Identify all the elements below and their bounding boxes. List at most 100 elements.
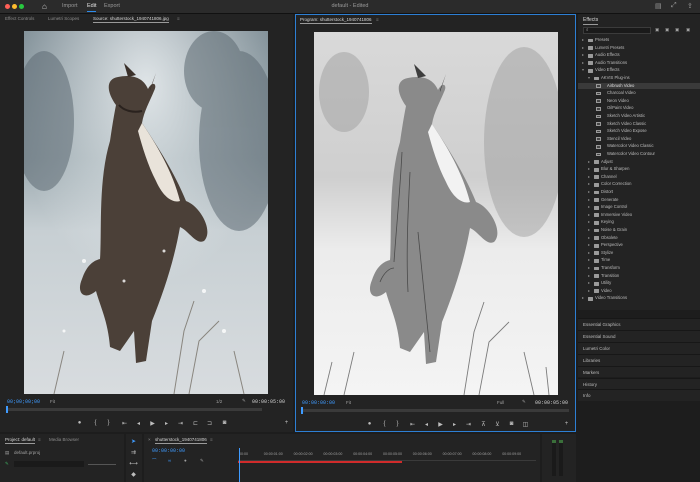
effects-tree-item[interactable]: Neon Video bbox=[578, 98, 700, 105]
add-marker-timeline-icon[interactable]: ● bbox=[184, 458, 187, 463]
program-add-marker-icon[interactable]: ● bbox=[365, 421, 374, 427]
chevron-down-icon[interactable]: ▾ bbox=[588, 75, 590, 82]
chevron-right-icon[interactable]: ▸ bbox=[588, 280, 590, 287]
source-playhead[interactable] bbox=[6, 406, 8, 413]
timeline-timecode[interactable]: 00:00:00:00 bbox=[152, 448, 185, 454]
step-forward-icon[interactable]: ▸ bbox=[162, 420, 171, 427]
effects-tree-item[interactable]: Watercolor Video Classic bbox=[578, 143, 700, 150]
program-play-icon[interactable]: ▶ bbox=[436, 421, 445, 428]
effects-tree-item[interactable]: ▸ Noise & Grain bbox=[578, 227, 700, 234]
tab-source[interactable]: Source: shutterstock_1940741806.jpg bbox=[93, 16, 169, 23]
effects-tree-item[interactable]: ▸ Stylize bbox=[578, 250, 700, 257]
play-icon[interactable]: ▶ bbox=[148, 420, 157, 427]
chevron-right-icon[interactable]: ▸ bbox=[588, 288, 590, 295]
program-button-editor-icon[interactable]: + bbox=[562, 421, 571, 427]
effects-tree-item[interactable]: ▸ Perspective bbox=[578, 242, 700, 249]
program-playhead[interactable] bbox=[301, 407, 303, 414]
program-mark-in-icon[interactable]: { bbox=[380, 421, 389, 427]
timeline-playhead[interactable] bbox=[239, 448, 240, 482]
source-scrub-bar[interactable] bbox=[6, 408, 262, 411]
tab-effect-controls[interactable]: Effect Controls bbox=[5, 16, 34, 21]
timeline-ruler[interactable]: 00:00 00:00:01:00 00:00:02:00 00:00:03:00 00… bbox=[238, 449, 536, 461]
zoom-slider[interactable] bbox=[88, 464, 116, 465]
tab-program[interactable]: Program: shutterstock_1940741806 bbox=[300, 17, 372, 24]
32bit-effects-icon[interactable]: ▣ bbox=[665, 27, 669, 33]
program-panel-menu-icon[interactable]: ≡ bbox=[376, 17, 379, 22]
snap-icon[interactable]: ⌒ bbox=[152, 458, 157, 464]
chevron-right-icon[interactable]: ▸ bbox=[588, 257, 590, 264]
effects-tree-item[interactable]: ▾ AKVIS Plug-ins bbox=[578, 75, 700, 82]
effects-tree-item[interactable]: ▸ Transition bbox=[578, 273, 700, 280]
expand-icon[interactable]: ⤢ bbox=[671, 2, 677, 10]
effects-tree-item[interactable]: ▸ Audio Transitions bbox=[578, 60, 700, 67]
timeline-close-icon[interactable]: × bbox=[148, 437, 151, 442]
section-header[interactable]: History bbox=[578, 377, 700, 390]
chevron-right-icon[interactable]: ▸ bbox=[588, 242, 590, 249]
effects-tree-item[interactable]: ▸ Time bbox=[578, 257, 700, 264]
chevron-right-icon[interactable]: ▸ bbox=[588, 235, 590, 242]
section-header[interactable]: Libraries bbox=[578, 353, 700, 366]
share-icon[interactable]: ⇪ bbox=[687, 2, 693, 10]
step-back-icon[interactable]: ◂ bbox=[134, 420, 143, 427]
program-wrench-icon[interactable]: ✎ bbox=[522, 399, 526, 405]
effects-tree-item[interactable]: Airbrush Video bbox=[578, 82, 700, 90]
effects-tree-item[interactable]: ▸ Adjust bbox=[578, 159, 700, 166]
project-panel-menu-icon[interactable]: ≡ bbox=[38, 437, 41, 442]
program-export-frame-icon[interactable]: ◙ bbox=[507, 421, 516, 427]
chevron-right-icon[interactable]: ▸ bbox=[588, 219, 590, 226]
effects-tree-item[interactable]: ▸ Blur & Sharpen bbox=[578, 166, 700, 173]
lift-icon[interactable]: ⊼ bbox=[479, 421, 488, 428]
effects-tree-item[interactable]: ▸ Immersive Video bbox=[578, 212, 700, 219]
export-frame-icon[interactable]: ◙ bbox=[220, 420, 229, 426]
effects-tree-item[interactable]: ▸ Video bbox=[578, 288, 700, 295]
chevron-right-icon[interactable]: ▸ bbox=[582, 60, 584, 67]
tab-lumetri-scopes[interactable]: Lumetri Scopes bbox=[48, 16, 79, 21]
effects-tree-item[interactable]: ▸ Generate bbox=[578, 197, 700, 204]
razor-tool-icon[interactable]: ◆ bbox=[129, 471, 138, 478]
chevron-right-icon[interactable]: ▸ bbox=[588, 166, 590, 173]
effects-tree-item[interactable]: Sketch Video Classic bbox=[578, 121, 700, 128]
effects-tree-item[interactable]: ▾ Video Effects bbox=[578, 67, 700, 74]
program-fit-select[interactable]: Fit bbox=[346, 400, 351, 405]
effects-tree-item[interactable]: ▸ Presets bbox=[578, 37, 700, 44]
source-fit-select[interactable]: Fit bbox=[50, 399, 55, 404]
chevron-right-icon[interactable]: ▸ bbox=[582, 45, 584, 52]
program-step-back-icon[interactable]: ◂ bbox=[422, 421, 431, 428]
linked-selection-icon[interactable]: ∞ bbox=[168, 458, 171, 463]
section-header[interactable]: Markers bbox=[578, 365, 700, 378]
mark-out-icon[interactable]: } bbox=[104, 420, 113, 426]
insert-icon[interactable]: ⊏ bbox=[191, 420, 200, 427]
tab-project[interactable]: Project: default bbox=[5, 437, 36, 444]
go-to-in-icon[interactable]: ⇤ bbox=[120, 420, 129, 427]
add-marker-icon[interactable]: ● bbox=[75, 420, 84, 426]
chevron-right-icon[interactable]: ▸ bbox=[588, 212, 590, 219]
effects-tree-item[interactable]: ▸ Image Control bbox=[578, 204, 700, 211]
section-header[interactable]: Essential Sound bbox=[578, 329, 700, 342]
effects-panel-title[interactable]: Effects bbox=[583, 17, 599, 25]
timeline-settings-icon[interactable]: ✎ bbox=[200, 458, 204, 464]
chevron-right-icon[interactable]: ▸ bbox=[582, 37, 584, 44]
extract-icon[interactable]: ⊻ bbox=[493, 421, 502, 428]
yuv-effects-icon[interactable]: ▣ bbox=[675, 27, 679, 33]
wrench-icon[interactable]: ✎ bbox=[242, 398, 246, 404]
workspace-icon[interactable]: ▤ bbox=[655, 2, 662, 10]
effects-tree-item[interactable]: ▸ Distort bbox=[578, 189, 700, 196]
chevron-right-icon[interactable]: ▸ bbox=[582, 52, 584, 59]
source-timecode[interactable]: 00;00;00;00 bbox=[7, 399, 40, 405]
project-file-name[interactable]: default.prproj bbox=[14, 450, 40, 455]
chevron-right-icon[interactable]: ▸ bbox=[588, 250, 590, 257]
program-step-forward-icon[interactable]: ▸ bbox=[450, 421, 459, 428]
chevron-down-icon[interactable]: ▾ bbox=[582, 67, 584, 74]
chevron-right-icon[interactable]: ▸ bbox=[588, 174, 590, 181]
chevron-right-icon[interactable]: ▸ bbox=[588, 227, 590, 234]
source-resolution-select[interactable]: 1/2 bbox=[216, 399, 222, 404]
tab-timeline[interactable]: shutterstock_1940741806 bbox=[155, 437, 207, 444]
overwrite-icon[interactable]: ⊐ bbox=[205, 420, 214, 427]
program-go-to-in-icon[interactable]: ⇤ bbox=[408, 421, 417, 428]
effects-tree-item[interactable]: Watercolor Video Contour bbox=[578, 151, 700, 158]
effects-tree-item[interactable]: ▸ Keying bbox=[578, 219, 700, 226]
section-header[interactable]: Info bbox=[578, 389, 700, 402]
search-icon-project[interactable]: ✎ bbox=[5, 461, 9, 467]
chevron-right-icon[interactable]: ▸ bbox=[588, 189, 590, 196]
tab-media-browser[interactable]: Media Browser bbox=[49, 437, 79, 442]
